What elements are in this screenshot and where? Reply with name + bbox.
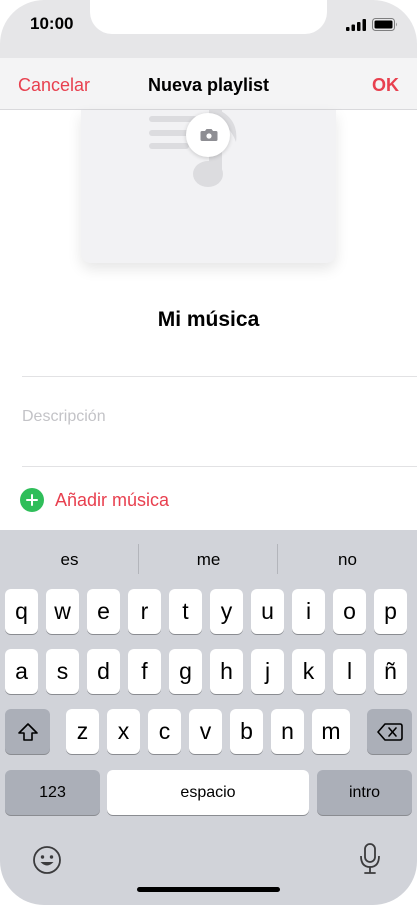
key-a[interactable]: a [5, 649, 38, 694]
key-i[interactable]: i [292, 589, 325, 634]
key-m[interactable]: m [312, 709, 350, 754]
space-key[interactable]: espacio [107, 770, 309, 815]
description-field[interactable] [22, 400, 402, 434]
emoji-icon[interactable] [32, 845, 62, 875]
divider [22, 466, 417, 467]
notch [90, 0, 327, 34]
key-p[interactable]: p [374, 589, 407, 634]
add-music-label: Añadir música [55, 489, 170, 510]
cellular-signal-icon [346, 19, 366, 31]
key-d[interactable]: d [87, 649, 120, 694]
keyboard: es me no q w e r t y u i o p a s d f g h… [0, 530, 417, 905]
playlist-artwork[interactable] [81, 110, 336, 263]
key-t[interactable]: t [169, 589, 202, 634]
suggestion-item[interactable]: es [0, 550, 139, 570]
suggestion-item[interactable]: no [278, 550, 417, 570]
key-n-tilde[interactable]: ñ [374, 649, 407, 694]
key-b[interactable]: b [230, 709, 263, 754]
key-l[interactable]: l [333, 649, 366, 694]
key-y[interactable]: y [210, 589, 243, 634]
divider [22, 376, 417, 377]
key-k[interactable]: k [292, 649, 325, 694]
delete-key[interactable] [367, 709, 412, 754]
cancel-button[interactable]: Cancelar [18, 75, 90, 96]
status-bar: 10:00 [0, 0, 417, 58]
phone-screen: 10:00 Cancelar Nueva playlist OK Mi músi… [0, 0, 417, 905]
key-r[interactable]: r [128, 589, 161, 634]
status-time: 10:00 [30, 14, 74, 33]
key-x[interactable]: x [107, 709, 140, 754]
key-f[interactable]: f [128, 649, 161, 694]
add-icon [20, 488, 44, 512]
return-key[interactable]: intro [317, 770, 412, 815]
camera-button[interactable] [186, 113, 230, 157]
add-music-button[interactable]: Añadir música [20, 486, 169, 514]
microphone-icon[interactable] [358, 842, 382, 876]
key-n[interactable]: n [271, 709, 304, 754]
key-q[interactable]: q [5, 589, 38, 634]
key-v[interactable]: v [189, 709, 222, 754]
home-indicator [137, 887, 280, 892]
key-u[interactable]: u [251, 589, 284, 634]
key-j[interactable]: j [251, 649, 284, 694]
battery-icon [372, 18, 397, 31]
key-c[interactable]: c [148, 709, 181, 754]
shift-key[interactable] [5, 709, 50, 754]
playlist-name[interactable]: Mi música [0, 308, 417, 332]
numbers-key[interactable]: 123 [5, 770, 100, 815]
suggestion-item[interactable]: me [139, 550, 278, 570]
key-w[interactable]: w [46, 589, 79, 634]
key-h[interactable]: h [210, 649, 243, 694]
backspace-icon [376, 722, 403, 741]
camera-icon [200, 129, 218, 141]
key-e[interactable]: e [87, 589, 120, 634]
shift-icon [17, 722, 38, 741]
key-o[interactable]: o [333, 589, 366, 634]
key-g[interactable]: g [169, 649, 202, 694]
key-z[interactable]: z [66, 709, 99, 754]
ok-button[interactable]: OK [372, 75, 399, 96]
nav-bar: Cancelar Nueva playlist OK [0, 58, 417, 110]
suggestion-bar: es me no [0, 530, 417, 588]
key-s[interactable]: s [46, 649, 79, 694]
